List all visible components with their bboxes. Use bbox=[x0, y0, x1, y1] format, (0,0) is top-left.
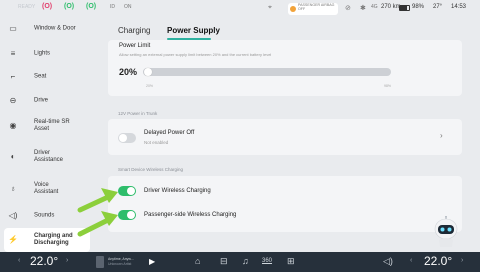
artist-name: Unknown Artist bbox=[108, 262, 132, 266]
assistant-avatar[interactable] bbox=[431, 216, 461, 248]
left-temperature[interactable]: 22.0° bbox=[30, 254, 58, 268]
music-icon[interactable]: ♫ bbox=[242, 256, 249, 266]
apps-grid-icon[interactable]: ⊞ bbox=[287, 256, 295, 267]
album-art[interactable] bbox=[96, 256, 104, 268]
volume-icon[interactable]: ◁) bbox=[383, 256, 393, 267]
camera-360-icon[interactable]: 360 bbox=[262, 258, 272, 264]
song-title[interactable]: Anytime, Anyw... bbox=[108, 257, 134, 261]
arrow-to-driver-toggle bbox=[77, 188, 118, 213]
left-temp-down-icon[interactable]: ‹ bbox=[18, 257, 20, 264]
right-temp-up-icon[interactable]: › bbox=[461, 257, 463, 264]
right-temp-down-icon[interactable]: ‹ bbox=[410, 257, 412, 264]
annotation-arrows bbox=[77, 188, 118, 237]
bottom-dock: ‹ 22.0° › Anytime, Anyw... Unknown Artis… bbox=[0, 252, 480, 272]
left-temp-up-icon[interactable]: › bbox=[66, 257, 68, 264]
arrow-to-passenger-toggle bbox=[77, 211, 118, 237]
car-icon[interactable]: ⊟ bbox=[220, 256, 228, 267]
right-temperature[interactable]: 22.0° bbox=[424, 254, 452, 268]
play-icon[interactable]: ▶ bbox=[149, 257, 155, 266]
home-icon[interactable]: ⌂ bbox=[195, 256, 200, 266]
